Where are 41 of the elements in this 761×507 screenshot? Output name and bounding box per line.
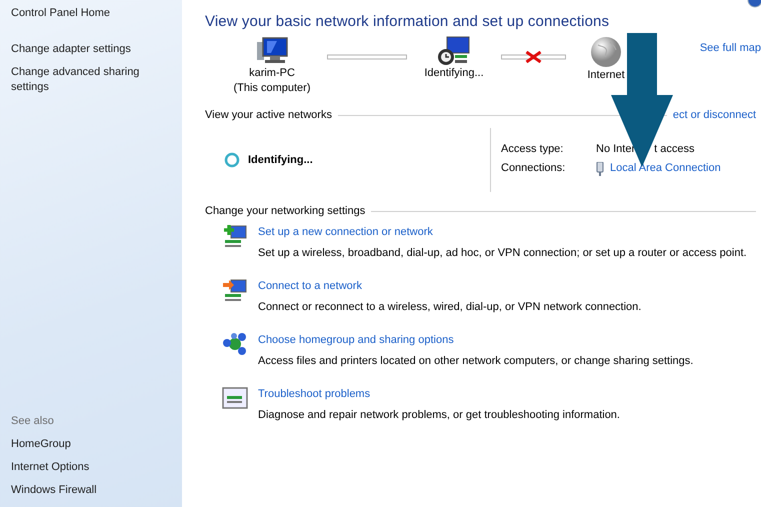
troubleshoot-icon	[222, 386, 248, 410]
task-description: Connect or reconnect to a wireless, wired, dial-up, or VPN network connection.	[258, 300, 642, 315]
globe-icon	[590, 36, 622, 68]
section-heading: Change your networking settings	[205, 205, 366, 217]
help-icon[interactable]	[747, 0, 761, 10]
node-label: karim-PC	[249, 66, 295, 81]
section-heading: View your active networks	[205, 109, 332, 121]
sidebar-link[interactable]: Change adapter settings	[11, 42, 166, 57]
task-link[interactable]: Set up a new connection or network	[258, 224, 433, 240]
add-connection-icon	[222, 224, 248, 248]
broken-connection-line	[501, 51, 566, 63]
see-also-heading: See also	[11, 414, 55, 429]
sidebar-link[interactable]: Change advanced sharing settings	[11, 65, 166, 95]
sidebar-link[interactable]: Internet Options	[11, 460, 166, 475]
node-label: Internet	[587, 68, 625, 83]
spinner-icon	[224, 152, 240, 168]
task-link[interactable]: Connect to a network	[258, 278, 362, 294]
sidebar-link[interactable]: Control Panel Home	[11, 6, 166, 21]
connect-network-icon	[222, 278, 248, 302]
ethernet-plug-icon	[596, 162, 604, 176]
network-name: Identifying...	[248, 154, 313, 166]
see-full-map-link[interactable]: See full map	[700, 42, 761, 54]
sidebar-link[interactable]: Windows Firewall	[11, 483, 166, 498]
task-description: Diagnose and repair network problems, or get troubleshooting information.	[258, 408, 621, 423]
access-type-label: Access type:	[501, 142, 564, 157]
homegroup-icon	[222, 332, 248, 356]
connect-disconnect-link[interactable]: ect or disconnect	[672, 109, 756, 121]
page-title: View your basic network information and set up connections	[205, 12, 610, 32]
connections-label: Connections:	[501, 161, 566, 176]
connection-link[interactable]: Local Area Connection	[610, 161, 721, 176]
task-description: Set up a wireless, broadband, dial-up, ad hoc, or VPN connection; or set up a router or access point.	[258, 246, 748, 261]
task-link[interactable]: Choose homegroup and sharing options	[258, 332, 454, 348]
network-computer-icon	[437, 36, 471, 66]
computer-icon	[255, 36, 289, 66]
access-type-value: No Inter	[596, 143, 636, 155]
task-link[interactable]: Troubleshoot problems	[258, 386, 370, 402]
sidebar-link[interactable]: HomeGroup	[11, 437, 166, 452]
node-sublabel: (This computer)	[233, 81, 311, 96]
node-label: Identifying...	[424, 66, 484, 81]
access-type-value: t access	[654, 143, 694, 155]
task-description: Access files and printers located on other network computers, or change sharing settings.	[258, 354, 694, 369]
